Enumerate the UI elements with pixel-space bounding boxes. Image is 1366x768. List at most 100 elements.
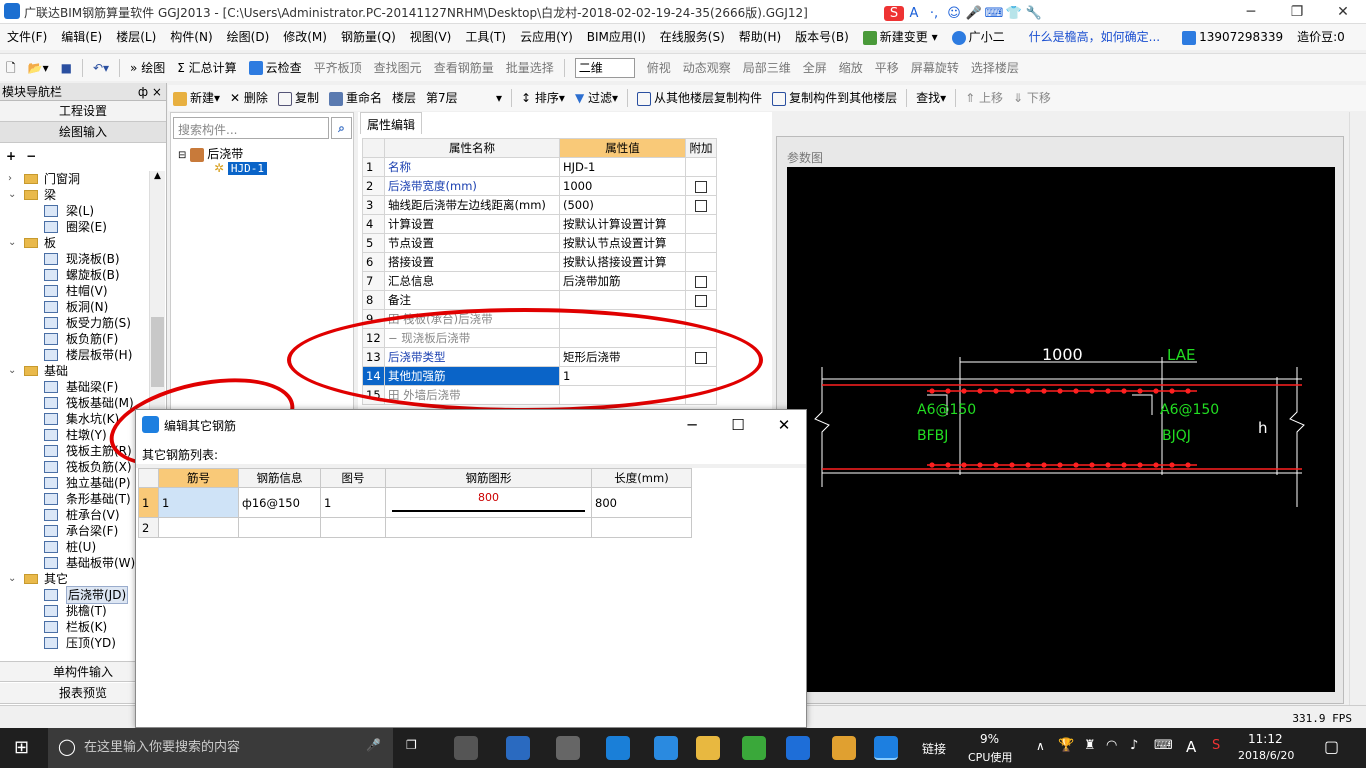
tray-app-icon[interactable]: ♜ [1084, 738, 1096, 753]
property-value[interactable]: 按默认搭接设置计算 [559, 252, 686, 272]
cell-length[interactable]: 800 [591, 487, 692, 518]
tree-item[interactable]: 独立基础(P) [0, 475, 150, 491]
menu-view[interactable]: 视图(V) [403, 24, 459, 50]
tree-item[interactable]: 筏板基础(M) [0, 395, 150, 411]
tree-item[interactable]: 板洞(N) [0, 299, 150, 315]
menu-draw[interactable]: 绘图(D) [220, 24, 277, 50]
open-file-icon[interactable]: 📂▾ [22, 54, 55, 82]
menu-bim[interactable]: BIM应用(I) [580, 24, 653, 50]
property-row[interactable]: 8 备注 [362, 290, 717, 310]
tree-item[interactable]: 桩(U) [0, 539, 150, 555]
menu-version[interactable]: 版本号(B) [788, 24, 856, 50]
rotate-screen-button[interactable]: 屏幕旋转 [905, 54, 965, 82]
component-item-hjd1[interactable]: ✲ HJD-1 [214, 161, 268, 175]
tree-item[interactable]: 基础梁(F) [0, 379, 150, 395]
taskbar-app-1-icon[interactable] [454, 736, 478, 760]
property-row[interactable]: 4 计算设置 按默认计算设置计算 [362, 214, 717, 234]
question-link[interactable]: 什么是檐高，如何确定... [1022, 24, 1167, 50]
view-mode-select[interactable]: 二维 [569, 54, 641, 82]
tree-folder[interactable]: ⌄ 基础 [0, 363, 150, 379]
ime-emoji-icon[interactable]: ☺ [944, 6, 964, 21]
tree-folder[interactable]: ⌄ 梁 [0, 187, 150, 203]
align-slab-button[interactable]: 平齐板顶 [308, 54, 368, 82]
tree-item[interactable]: 压顶(YD) [0, 635, 150, 651]
expand-toggle-icon[interactable]: ⌄ [8, 187, 16, 203]
property-value[interactable] [559, 290, 686, 310]
sogou-tray-icon[interactable]: S [1212, 738, 1220, 753]
property-value[interactable]: (500) [559, 195, 686, 215]
tree-item[interactable]: 螺旋板(B) [0, 267, 150, 283]
search-icon[interactable]: ⌕ [331, 117, 352, 139]
maximize-button[interactable]: ❐ [1274, 0, 1320, 24]
file-explorer-icon[interactable] [696, 736, 720, 760]
property-extra[interactable] [685, 176, 717, 196]
tree-folder[interactable]: ⌄ 板 [0, 235, 150, 251]
local-3d-button[interactable]: 局部三维 [737, 54, 797, 82]
ggj-app-icon[interactable] [874, 736, 898, 760]
property-extra[interactable] [685, 195, 717, 215]
expand-toggle-icon[interactable]: › [8, 171, 12, 187]
sort-button[interactable]: ↕ 排序▾ [516, 85, 570, 111]
undo-icon[interactable]: ↶▾ [87, 54, 115, 82]
collapse-all-icon[interactable]: − [26, 149, 36, 163]
ime-lang-icon[interactable]: A [904, 6, 924, 21]
dialog-close-button[interactable]: ✕ [764, 412, 804, 438]
nav-pin-close[interactable]: ф × [138, 83, 162, 101]
keyboard-icon[interactable]: ⌨ [1154, 738, 1173, 753]
property-extra[interactable] [685, 157, 717, 177]
cortana-icon[interactable]: ◯ [58, 737, 76, 756]
table-row[interactable]: 2 [138, 517, 692, 538]
task-view-icon[interactable]: ❐ [406, 738, 417, 752]
wifi-icon[interactable]: ◠ [1106, 738, 1117, 753]
copy-to-floor-button[interactable]: 复制构件到其他楼层 [767, 85, 902, 111]
floor-select[interactable]: 第7层 ▾ [421, 85, 507, 111]
rename-button[interactable]: 重命名 [324, 85, 387, 111]
extra-checkbox[interactable] [695, 275, 707, 288]
save-icon[interactable]: ■ [55, 54, 78, 82]
browser-360-icon[interactable] [742, 736, 766, 760]
right-scrollbar[interactable] [1349, 112, 1366, 705]
cell-figure-no[interactable] [320, 517, 386, 538]
sogou-icon[interactable]: S [884, 5, 904, 21]
menu-rebar-qty[interactable]: 钢筋量(Q) [334, 24, 403, 50]
tree-item[interactable]: 现浇板(B) [0, 251, 150, 267]
edge-icon[interactable] [606, 736, 630, 760]
ime-indicator[interactable]: A [1186, 738, 1196, 756]
property-row[interactable]: 3 轴线距后浇带左边线距离(mm) (500) [362, 195, 717, 215]
property-value[interactable]: 1000 [559, 176, 686, 196]
section-draw-input[interactable]: 绘图输入 [0, 122, 166, 143]
menu-assistant[interactable]: 广小二 [945, 24, 1012, 50]
ie-alt-icon[interactable] [654, 736, 678, 760]
tree-item[interactable]: 栏板(K) [0, 619, 150, 635]
expand-all-icon[interactable]: + [6, 149, 16, 163]
delete-button[interactable]: ✕ 删除 [225, 85, 273, 111]
tree-item[interactable]: 桩承台(V) [0, 507, 150, 523]
copy-from-floor-button[interactable]: 从其他楼层复制构件 [632, 85, 767, 111]
property-extra[interactable] [685, 214, 717, 234]
fullscreen-button[interactable]: 全屏 [797, 54, 833, 82]
menu-tools[interactable]: 工具(T) [458, 24, 513, 50]
draw-button[interactable]: » 绘图 [124, 54, 171, 82]
network-label[interactable]: 链接 [922, 740, 946, 757]
tab-property-edit[interactable]: 属性编辑 [360, 112, 423, 134]
property-row[interactable]: 1 名称 HJD-1 [362, 157, 717, 177]
windows-start-icon[interactable]: ⊞ [14, 737, 29, 758]
extra-checkbox[interactable] [695, 180, 707, 193]
move-down-button[interactable]: ⇓ 下移 [1008, 85, 1056, 111]
menu-cloud[interactable]: 云应用(Y) [513, 24, 580, 50]
property-extra[interactable] [685, 252, 717, 272]
table-row[interactable]: 1 1 ф16@150 1 800 800 [138, 487, 692, 518]
menu-file[interactable]: 文件(F) [0, 24, 54, 50]
volume-icon[interactable]: ♪ [1130, 738, 1138, 753]
zoom-button[interactable]: 缩放 [833, 54, 869, 82]
new-file-icon[interactable]: 🗋 [0, 54, 22, 82]
cell-rebar-shape[interactable]: 800 [385, 487, 592, 518]
pan-button[interactable]: 平移 [869, 54, 905, 82]
cell-length[interactable] [591, 517, 692, 538]
extra-checkbox[interactable] [695, 294, 707, 307]
find-button[interactable]: 查找▾ [911, 85, 951, 111]
cell-figure-no[interactable]: 1 [320, 487, 386, 518]
property-row[interactable]: 7 汇总信息 后浇带加筋 [362, 271, 717, 291]
component-group-hjd[interactable]: ⊟ 后浇带 [178, 145, 243, 162]
dialog-minimize-button[interactable]: ─ [672, 412, 712, 438]
